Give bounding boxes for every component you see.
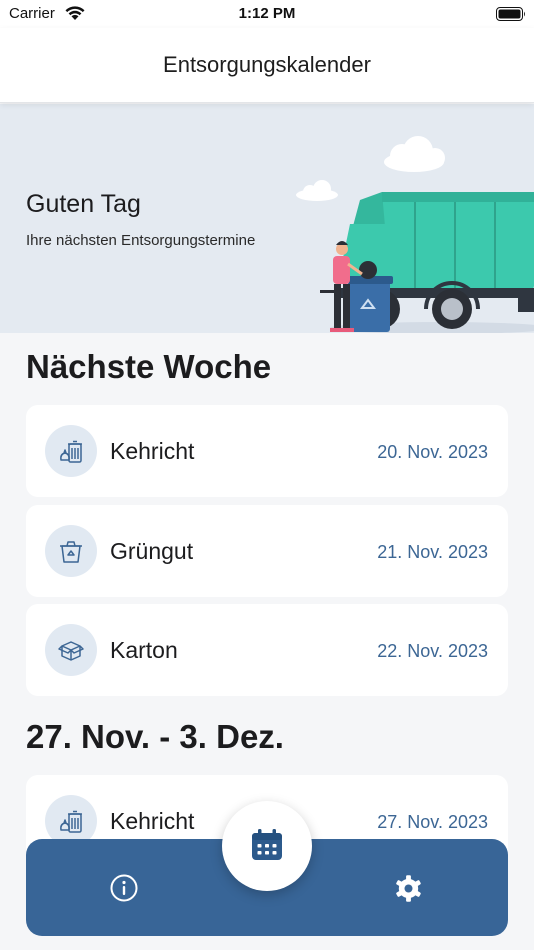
card-label: Kehricht <box>110 438 195 464</box>
collection-card-karton[interactable]: Karton 22. Nov. 2023 <box>26 604 508 696</box>
card-date: 20. Nov. 2023 <box>377 442 488 462</box>
trash-bag-bin-icon <box>60 440 82 463</box>
navigation-bar: Entsorgungskalender <box>0 28 534 103</box>
collection-card-kehricht[interactable]: Kehricht 20. Nov. 2023 <box>26 405 508 497</box>
card-label: Grüngut <box>110 538 194 564</box>
card-date: 27. Nov. 2023 <box>377 812 488 832</box>
info-icon[interactable] <box>109 873 139 903</box>
battery-icon <box>496 7 525 21</box>
card-icon-container <box>45 525 97 577</box>
status-time: 1:12 PM <box>238 5 296 22</box>
hero-banner: Guten Tag Ihre nächsten Entsorgungstermi… <box>0 104 534 333</box>
trash-bag-bin-icon <box>60 810 82 833</box>
calendar-button[interactable] <box>222 801 312 891</box>
collection-card-gruengut[interactable]: Grüngut 21. Nov. 2023 <box>26 505 508 597</box>
cardboard-box-icon <box>58 641 84 661</box>
garbage-truck-illustration <box>296 136 534 333</box>
status-bar: Carrier 1:12 PM <box>0 0 534 28</box>
page-title: Entsorgungskalender <box>163 52 371 77</box>
card-icon-container <box>45 425 97 477</box>
gear-icon[interactable] <box>394 874 423 903</box>
greeting-heading: Guten Tag <box>26 190 141 218</box>
compost-bin-icon <box>60 541 82 563</box>
greeting-subtitle: Ihre nächsten Entsorgungstermine <box>26 232 256 249</box>
card-date: 21. Nov. 2023 <box>377 542 488 562</box>
section-title: Nächste Woche <box>26 348 272 385</box>
card-label: Kehricht <box>110 808 195 834</box>
card-icon-container <box>45 624 97 676</box>
section-title: 27. Nov. - 3. Dez. <box>26 718 284 755</box>
card-date: 22. Nov. 2023 <box>377 641 488 661</box>
calendar-icon <box>252 829 282 860</box>
card-label: Karton <box>110 637 178 663</box>
